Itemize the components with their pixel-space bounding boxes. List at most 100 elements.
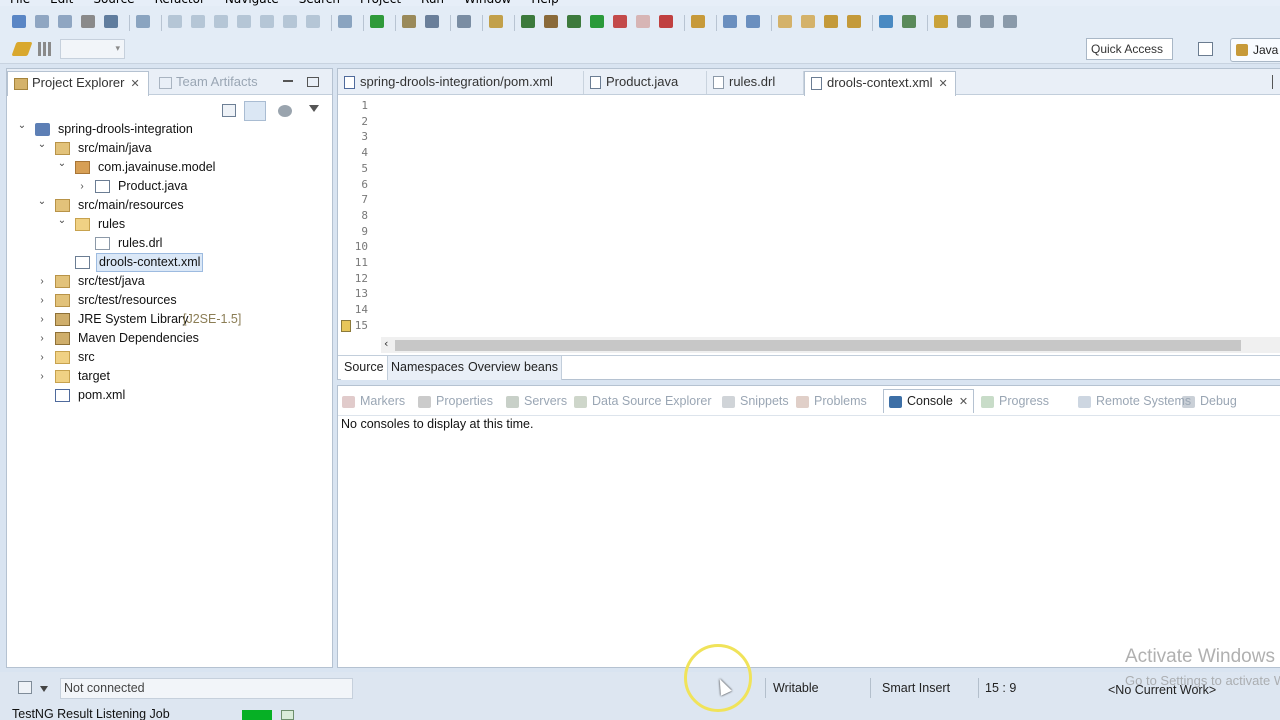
tab-namespaces[interactable]: Namespaces (388, 356, 468, 380)
suspend-icon[interactable] (191, 15, 205, 28)
print-icon[interactable] (81, 15, 95, 28)
progress-view-icon[interactable] (281, 710, 294, 720)
maximize-icon[interactable] (307, 77, 319, 87)
xml-source-editor[interactable]: 1 2 3 4 5 6 7 8 9 10 11 12 13 14 15 (338, 97, 1280, 337)
tree-item[interactable]: ⌄ com.javainuse.model (7, 158, 332, 177)
tree-item[interactable]: ⌄ src/main/resources (7, 196, 332, 215)
synchronize-icon[interactable] (489, 15, 503, 28)
expanded-chevron-icon[interactable]: ⌄ (37, 139, 47, 158)
new-package-icon[interactable] (544, 15, 558, 28)
collapsed-chevron-icon[interactable]: › (37, 291, 47, 310)
tab-problems[interactable]: Problems (796, 391, 867, 413)
editor-maximize-icon[interactable] (1272, 75, 1278, 89)
view-menu-icon[interactable] (309, 105, 319, 112)
step-over-icon[interactable] (283, 15, 297, 28)
open-task-icon[interactable] (425, 15, 439, 28)
new-server-icon[interactable] (457, 15, 471, 28)
nav-forward-icon[interactable] (1003, 15, 1017, 28)
tree-item[interactable]: › src/test/java (7, 272, 332, 291)
tree-item[interactable]: ⌄ rules (7, 215, 332, 234)
scroll-left-icon[interactable]: ‹ (384, 337, 388, 350)
terminal-icon[interactable] (104, 15, 118, 28)
drop-to-frame-icon[interactable] (338, 15, 352, 28)
external-tools-icon[interactable] (659, 15, 673, 28)
collapsed-chevron-icon[interactable]: › (37, 348, 47, 367)
tab-beans[interactable]: beans (521, 356, 563, 380)
tab-remote-systems[interactable]: Remote Systems (1078, 391, 1191, 413)
tree-item[interactable]: › Maven Dependencies (7, 329, 332, 348)
tab-source[interactable]: Source (341, 356, 388, 380)
tree-item[interactable]: › Product.java (7, 177, 332, 196)
tab-overview[interactable]: Overview (465, 356, 525, 380)
edit-icon[interactable] (11, 42, 33, 56)
stop-icon[interactable] (636, 15, 650, 28)
save-icon[interactable] (35, 15, 49, 28)
tab-progress[interactable]: Progress (981, 391, 1049, 413)
editor-tab[interactable]: Product.java (584, 71, 707, 94)
tab-servers[interactable]: Servers (506, 391, 567, 413)
collapse-all-icon[interactable] (222, 104, 236, 117)
terminate-icon[interactable] (214, 15, 228, 28)
tab-debug[interactable]: Debug (1182, 391, 1237, 413)
run-icon[interactable] (590, 15, 604, 28)
expanded-chevron-icon[interactable]: ⌄ (57, 158, 67, 177)
connection-dropdown-icon[interactable] (40, 686, 48, 692)
quick-fix-marker-icon[interactable] (341, 319, 351, 332)
forward-icon[interactable] (934, 15, 948, 28)
search-icon[interactable] (847, 15, 861, 28)
disconnect-icon[interactable] (237, 15, 251, 28)
tab-team-artifacts[interactable]: Team Artifacts (153, 71, 283, 94)
horizontal-scrollbar[interactable]: ‹ (381, 337, 1280, 353)
open-perspective-tb-icon[interactable] (691, 15, 705, 28)
expanded-chevron-icon[interactable]: ⌄ (17, 120, 27, 139)
minimize-icon[interactable] (283, 80, 293, 82)
tab-snippets[interactable]: Snippets (722, 391, 789, 413)
new-interface-icon[interactable] (746, 15, 760, 28)
expanded-chevron-icon[interactable]: ⌄ (37, 196, 47, 215)
tree-item[interactable]: ⌄ src/main/java (7, 139, 332, 158)
filter-icon[interactable] (278, 105, 292, 117)
new-java-project-icon[interactable] (521, 15, 535, 28)
connection-icon[interactable] (18, 681, 32, 694)
close-icon[interactable]: ✕ (938, 73, 947, 95)
back-icon[interactable] (902, 15, 916, 28)
collapsed-chevron-icon[interactable]: › (37, 310, 47, 329)
tree-item[interactable]: rules.drl (7, 234, 332, 253)
tab-markers[interactable]: Markers (342, 391, 405, 413)
editor-tab[interactable]: drools-context.xml ✕ (804, 71, 956, 96)
save-all-icon[interactable] (58, 15, 72, 28)
toolbar-combo[interactable]: ▾ (60, 39, 125, 59)
history-icon[interactable] (957, 15, 971, 28)
resume-icon[interactable] (168, 15, 182, 28)
tab-console[interactable]: Console ✕ (883, 389, 975, 413)
close-icon[interactable]: ✕ (959, 391, 968, 413)
editor-tab[interactable]: rules.drl (707, 71, 804, 94)
tab-properties[interactable]: Properties (418, 391, 493, 413)
quick-access-input[interactable]: Quick Access (1086, 38, 1173, 60)
wand-icon[interactable] (824, 15, 838, 28)
tab-project-explorer[interactable]: Project Explorer ✕ (7, 71, 149, 96)
skip-breakpoints-icon[interactable] (136, 15, 150, 28)
globe-icon[interactable] (879, 15, 893, 28)
collapsed-chevron-icon[interactable]: › (37, 367, 47, 386)
tree-item[interactable]: › src/test/resources (7, 291, 332, 310)
tree-item[interactable]: ⌄ spring-drools-integration (7, 120, 332, 139)
nav-back-icon[interactable] (980, 15, 994, 28)
open-file-icon[interactable] (801, 15, 815, 28)
tree-item[interactable]: drools-context.xml (7, 253, 332, 272)
step-return-icon[interactable] (306, 15, 320, 28)
collapsed-chevron-icon[interactable]: › (37, 329, 47, 348)
open-folder-icon[interactable] (778, 15, 792, 28)
tree-item[interactable]: › target (7, 367, 332, 386)
tree-item[interactable]: pom.xml (7, 386, 332, 405)
scrollbar-thumb[interactable] (395, 340, 1241, 351)
tree-item[interactable]: › src (7, 348, 332, 367)
new-icon[interactable] (12, 15, 26, 28)
tab-data-source-explorer[interactable]: Data Source Explorer (574, 391, 712, 413)
open-type-icon[interactable] (402, 15, 416, 28)
debug-icon[interactable] (567, 15, 581, 28)
link-with-editor-icon[interactable] (244, 101, 266, 121)
expanded-chevron-icon[interactable]: ⌄ (57, 215, 67, 234)
grid-icon[interactable] (38, 42, 52, 56)
coverage-icon[interactable] (613, 15, 627, 28)
